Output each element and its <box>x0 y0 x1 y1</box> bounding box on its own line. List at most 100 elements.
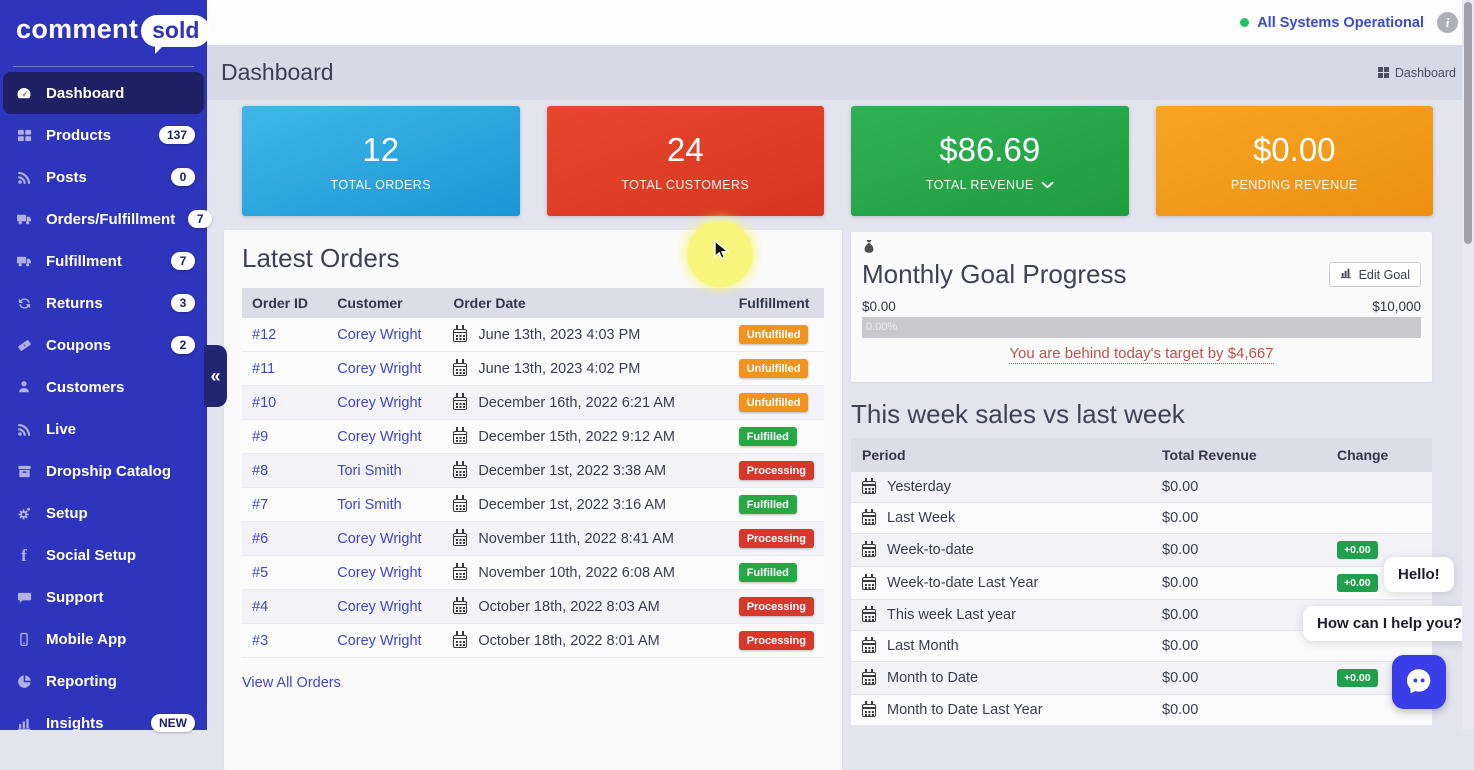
logo-text-comment: comment <box>16 14 138 44</box>
sidebar-item-support[interactable]: Support <box>0 576 207 618</box>
status-badge: Fulfilled <box>739 427 797 446</box>
sidebar-item-reporting[interactable]: Reporting <box>0 660 207 702</box>
change-badge: +0.00 <box>1337 541 1378 559</box>
sidebar-item-live[interactable]: Live <box>0 408 207 450</box>
order-date: October 18th, 2022 8:03 AM <box>478 599 659 615</box>
money-bag-icon <box>862 239 1421 256</box>
sidebar-item-dropship-catalog[interactable]: Dropship Catalog <box>0 450 207 492</box>
sidebar-item-label: Returns <box>46 295 103 312</box>
sidebar-item-products[interactable]: Products 137 <box>0 114 207 156</box>
order-id-link[interactable]: #10 <box>252 395 276 411</box>
goal-progress-label: 0.00% <box>862 317 1421 333</box>
breadcrumb-label: Dashboard <box>1395 66 1456 80</box>
period-label: Last Week <box>887 510 955 526</box>
topbar: All Systems Operational i <box>207 0 1474 45</box>
status-badge: Processing <box>739 597 814 616</box>
customer-link[interactable]: Tori Smith <box>337 463 401 479</box>
sidebar-item-orders-fulfillment[interactable]: Orders/Fulfillment 7 <box>0 198 207 240</box>
customer-link[interactable]: Corey Wright <box>337 565 421 581</box>
revenue-value: $0.00 <box>1151 472 1326 503</box>
table-row: #9 Corey Wright December 15th, 2022 9:12… <box>242 420 824 454</box>
sidebar: commentsold Dashboard Products 137 Posts… <box>0 0 207 730</box>
latest-orders-panel: Latest Orders Order ID Customer Order Da… <box>224 230 842 770</box>
order-id-link[interactable]: #5 <box>252 565 268 581</box>
table-row: Month to Date Last Year $0.00 <box>851 695 1432 726</box>
week-sales-title: This week sales vs last week <box>851 399 1185 430</box>
period-label: Week-to-date Last Year <box>887 575 1038 591</box>
sidebar-item-posts[interactable]: Posts 0 <box>0 156 207 198</box>
customer-link[interactable]: Corey Wright <box>337 327 421 343</box>
chat-launcher-button[interactable] <box>1392 655 1446 709</box>
sidebar-item-customers[interactable]: Customers <box>0 366 207 408</box>
order-id-link[interactable]: #12 <box>252 327 276 343</box>
status-badge: Unfulfilled <box>739 325 809 344</box>
customer-link[interactable]: Corey Wright <box>337 633 421 649</box>
sidebar-item-social-setup[interactable]: f Social Setup <box>0 534 207 576</box>
chat-bubble-icon <box>1403 665 1435 700</box>
commentsold-logo[interactable]: commentsold <box>0 0 207 57</box>
order-id-link[interactable]: #7 <box>252 497 268 513</box>
logo-text-sold: sold <box>141 15 210 47</box>
sidebar-item-returns[interactable]: Returns 3 <box>0 282 207 324</box>
main-area: All Systems Operational i Dashboard Dash… <box>207 0 1474 730</box>
sidebar-collapse-button[interactable]: « <box>204 345 227 407</box>
goal-range-start: $0.00 <box>862 299 896 314</box>
customer-link[interactable]: Corey Wright <box>337 361 421 377</box>
period-label: This week Last year <box>887 607 1016 623</box>
system-status-text: All Systems Operational <box>1257 15 1424 31</box>
calendar-icon <box>453 363 467 376</box>
table-row: #11 Corey Wright June 13th, 2023 4:02 PM… <box>242 352 824 386</box>
order-date: November 10th, 2022 6:08 AM <box>478 565 675 581</box>
sidebar-item-label: Customers <box>46 379 124 396</box>
sidebar-item-label: Mobile App <box>46 631 126 648</box>
table-row: #6 Corey Wright November 11th, 2022 8:41… <box>242 522 824 556</box>
total-customers-card: 24 TOTAL CUSTOMERS <box>547 106 825 216</box>
grid-icon <box>1378 67 1389 78</box>
sidebar-item-setup[interactable]: Setup <box>0 492 207 534</box>
stat-value: 24 <box>667 131 704 169</box>
info-icon[interactable]: i <box>1437 12 1458 33</box>
revenue-value: $0.00 <box>1151 662 1326 695</box>
column-header: Order Date <box>443 288 716 318</box>
mobile-icon <box>15 632 33 647</box>
calendar-icon <box>453 601 467 614</box>
column-header: Order ID <box>242 288 327 318</box>
scrollbar-thumb[interactable] <box>1464 2 1472 244</box>
sidebar-item-label: Social Setup <box>46 547 136 564</box>
customer-link[interactable]: Corey Wright <box>337 395 421 411</box>
customer-link[interactable]: Corey Wright <box>337 531 421 547</box>
order-id-link[interactable]: #11 <box>252 361 275 377</box>
order-id-link[interactable]: #3 <box>252 633 268 649</box>
customer-link[interactable]: Corey Wright <box>337 599 421 615</box>
sidebar-item-label: Insights <box>46 715 104 732</box>
order-id-link[interactable]: #9 <box>252 429 268 445</box>
total-revenue-card[interactable]: $86.69 TOTAL REVENUE <box>851 106 1129 216</box>
system-status-link[interactable]: All Systems Operational <box>1240 15 1424 31</box>
customer-link[interactable]: Corey Wright <box>337 429 421 445</box>
breadcrumb[interactable]: Dashboard <box>1378 66 1456 80</box>
sidebar-item-insights[interactable]: Insights NEW <box>0 702 207 744</box>
sidebar-divider <box>13 66 194 67</box>
revenue-value: $0.00 <box>1151 503 1326 534</box>
edit-goal-button[interactable]: Edit Goal <box>1329 262 1421 287</box>
sidebar-item-mobile-app[interactable]: Mobile App <box>0 618 207 660</box>
table-row: Last Week $0.00 <box>851 503 1432 534</box>
revenue-value: $0.00 <box>1151 534 1326 567</box>
order-id-link[interactable]: #4 <box>252 599 268 615</box>
calendar-icon <box>453 567 467 580</box>
new-badge: NEW <box>151 714 195 732</box>
total-orders-card: 12 TOTAL ORDERS <box>242 106 520 216</box>
calendar-icon <box>862 481 876 494</box>
order-id-link[interactable]: #8 <box>252 463 268 479</box>
view-all-orders-link[interactable]: View All Orders <box>242 675 341 691</box>
customer-link[interactable]: Tori Smith <box>337 497 401 513</box>
facebook-icon: f <box>15 547 33 564</box>
sidebar-item-coupons[interactable]: Coupons 2 <box>0 324 207 366</box>
sidebar-item-dashboard[interactable]: Dashboard <box>3 72 204 114</box>
sidebar-item-fulfillment[interactable]: Fulfillment 7 <box>0 240 207 282</box>
table-row: #8 Tori Smith December 1st, 2022 3:38 AM… <box>242 454 824 488</box>
coupon-icon <box>15 338 33 353</box>
page-header: Dashboard Dashboard <box>207 45 1474 100</box>
order-id-link[interactable]: #6 <box>252 531 268 547</box>
period-label: Week-to-date <box>887 542 974 558</box>
